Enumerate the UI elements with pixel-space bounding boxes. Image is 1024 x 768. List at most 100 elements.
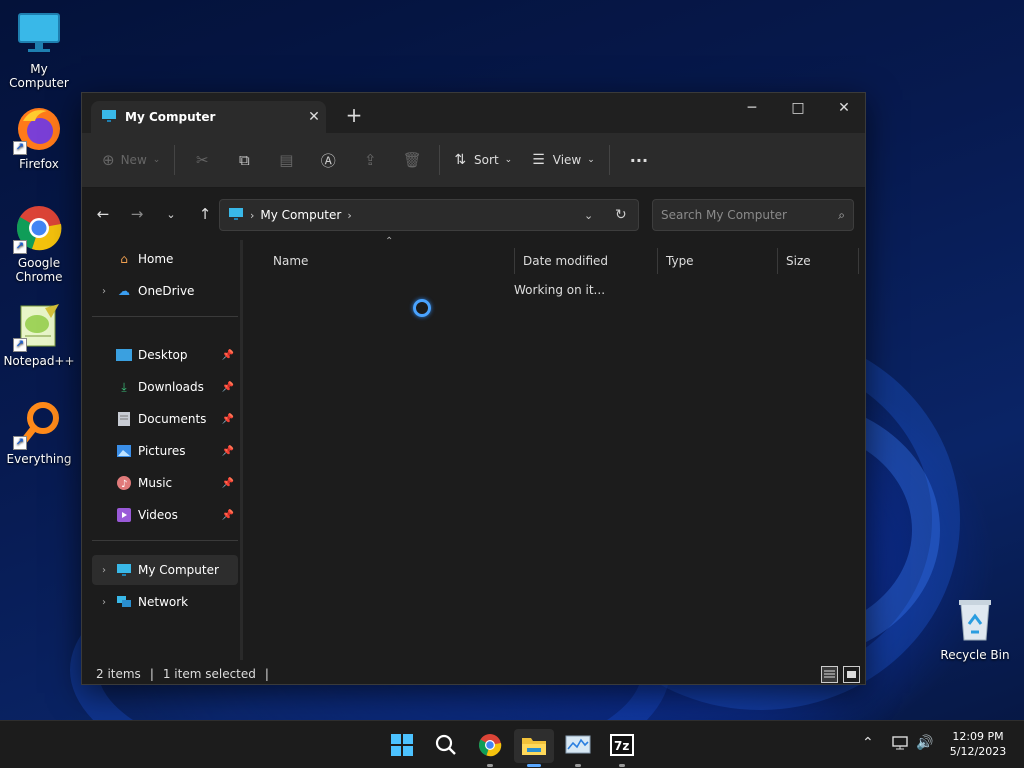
chevron-right-icon[interactable]: ›: [92, 286, 116, 297]
firefox-icon: ↗: [13, 105, 63, 155]
file-list-pane: ⌃ Name Date modified Type Size Working o…: [244, 236, 865, 746]
chevron-right-icon[interactable]: ›: [92, 565, 116, 576]
status-bar: 2 items | 1 item selected |: [82, 663, 865, 685]
new-button[interactable]: ⊕ New ⌄: [94, 144, 168, 176]
column-header-type[interactable]: Type: [658, 248, 778, 274]
pin-icon[interactable]: 📌: [222, 478, 234, 489]
desktop-icon-everything[interactable]: ↗ Everything: [1, 400, 77, 466]
home-icon: ⌂: [120, 252, 128, 266]
desktop-icon-notepadpp[interactable]: ↗ Notepad++: [1, 302, 77, 368]
recent-locations-chevron-icon[interactable]: ⌄: [154, 208, 188, 221]
chevron-right-icon[interactable]: ›: [92, 597, 116, 608]
videos-icon: [116, 508, 132, 522]
nav-label: My Computer: [138, 563, 219, 577]
nav-item-downloads[interactable]: ⤓ Downloads 📌: [92, 372, 238, 402]
loading-spinner-icon: [413, 299, 431, 317]
nav-item-home[interactable]: ⌂ Home: [92, 244, 238, 274]
pictures-icon: [116, 444, 132, 458]
taskbar-resource-monitor[interactable]: [558, 729, 598, 767]
start-button[interactable]: [382, 729, 422, 763]
close-tab-icon[interactable]: ✕: [302, 109, 326, 125]
rename-icon[interactable]: Ⓐ: [315, 144, 341, 176]
refresh-icon[interactable]: ↻: [615, 207, 627, 223]
up-arrow-icon[interactable]: ↑: [188, 205, 222, 223]
paste-icon[interactable]: ▤: [273, 144, 299, 176]
system-clock[interactable]: 12:09 PM 5/12/2023: [940, 729, 1016, 759]
taskbar-7zip[interactable]: 7z: [602, 729, 642, 767]
desktop-icon-label: Recycle Bin: [940, 648, 1010, 662]
start-icon: [391, 733, 413, 759]
command-bar: ⊕ New ⌄ ✂ ⧉ ▤ Ⓐ ⇪ 🗑 ⇅ Sort ⌄ ☰ View ⌄ ··…: [82, 133, 865, 188]
pin-icon[interactable]: 📌: [222, 414, 234, 425]
nav-item-pictures[interactable]: Pictures 📌: [92, 436, 238, 466]
desktop-icon-label: My Computer: [9, 62, 69, 90]
taskbar-file-explorer[interactable]: [514, 729, 554, 767]
taskbar-chrome[interactable]: [470, 729, 510, 767]
nav-pane-scrollbar[interactable]: [240, 240, 243, 660]
chevron-down-icon: ⌄: [504, 155, 513, 165]
back-arrow-icon[interactable]: ←: [86, 205, 120, 223]
divider: [174, 145, 176, 175]
network-status-icon[interactable]: [892, 735, 910, 755]
monitor-icon: [101, 109, 117, 126]
copy-icon[interactable]: ⧉: [231, 144, 257, 176]
sort-button[interactable]: ⇅ Sort ⌄: [446, 144, 520, 176]
new-tab-button[interactable]: +: [344, 105, 364, 125]
nav-label: Pictures: [138, 444, 186, 458]
desktop-icon-chrome[interactable]: ↗ Google Chrome: [1, 204, 77, 284]
large-icons-view-icon[interactable]: [843, 666, 860, 683]
show-hidden-icons-chevron-icon[interactable]: ⌃: [862, 735, 874, 751]
minimize-button[interactable]: ─: [729, 93, 775, 123]
desktop-icon-my-computer[interactable]: My Computer: [1, 10, 77, 90]
chevron-right-icon[interactable]: ›: [250, 209, 254, 222]
pin-icon[interactable]: 📌: [222, 446, 234, 457]
address-dropdown-chevron-icon[interactable]: ⌄: [584, 209, 593, 222]
forward-arrow-icon[interactable]: →: [120, 205, 154, 223]
running-indicator: [527, 764, 541, 767]
nav-item-documents[interactable]: Documents 📌: [92, 404, 238, 434]
nav-item-network[interactable]: › Network: [92, 587, 238, 617]
desktop-icon-label: Firefox: [19, 157, 59, 171]
chevron-down-icon: ⌄: [152, 155, 161, 165]
desktop-icon-firefox[interactable]: ↗ Firefox: [1, 105, 77, 171]
taskbar-search-button[interactable]: [426, 729, 466, 763]
pin-icon[interactable]: 📌: [222, 510, 234, 521]
view-button[interactable]: ☰ View ⌄: [524, 144, 603, 176]
column-label: Size: [786, 254, 811, 268]
chevron-right-icon[interactable]: ›: [347, 209, 351, 222]
nav-label: Network: [138, 595, 189, 609]
nav-item-desktop[interactable]: Desktop 📌: [92, 340, 238, 370]
nav-label: Home: [138, 252, 174, 266]
monitor-icon: [228, 207, 244, 224]
nav-item-onedrive[interactable]: › ☁ OneDrive: [92, 276, 238, 306]
address-bar[interactable]: › My Computer › ⌄ ↻: [219, 199, 639, 231]
nav-item-videos[interactable]: Videos 📌: [92, 500, 238, 530]
more-options-button[interactable]: ···: [622, 144, 656, 176]
nav-item-my-computer[interactable]: › My Computer: [92, 555, 238, 585]
column-header-date-modified[interactable]: Date modified: [515, 248, 658, 274]
maximize-button[interactable]: □: [775, 93, 821, 123]
close-window-button[interactable]: ✕: [821, 93, 867, 123]
volume-icon[interactable]: 🔊: [916, 735, 933, 751]
divider: |: [264, 667, 269, 681]
column-header-size[interactable]: Size: [778, 248, 859, 274]
search-input[interactable]: Search My Computer ⌕: [652, 199, 854, 231]
pin-icon[interactable]: 📌: [222, 350, 234, 361]
cloud-icon: ☁: [118, 284, 130, 298]
tab-my-computer[interactable]: My Computer ✕: [91, 101, 326, 133]
nav-item-music[interactable]: ♪ Music 📌: [92, 468, 238, 498]
breadcrumb-my-computer[interactable]: My Computer: [260, 208, 341, 222]
clock-date: 5/12/2023: [949, 745, 1007, 758]
search-placeholder: Search My Computer: [661, 208, 787, 222]
column-header-name[interactable]: Name: [265, 248, 515, 274]
cut-icon[interactable]: ✂: [189, 144, 215, 176]
desktop-icon-recycle-bin[interactable]: Recycle Bin: [937, 596, 1013, 662]
network-icon: [116, 595, 132, 609]
details-view-icon[interactable]: [821, 666, 838, 683]
pin-icon[interactable]: 📌: [222, 382, 234, 393]
nav-label: Music: [138, 476, 173, 490]
column-label: Type: [666, 254, 694, 268]
delete-icon[interactable]: 🗑: [399, 144, 425, 176]
running-indicator: [487, 764, 493, 767]
share-icon[interactable]: ⇪: [357, 144, 383, 176]
